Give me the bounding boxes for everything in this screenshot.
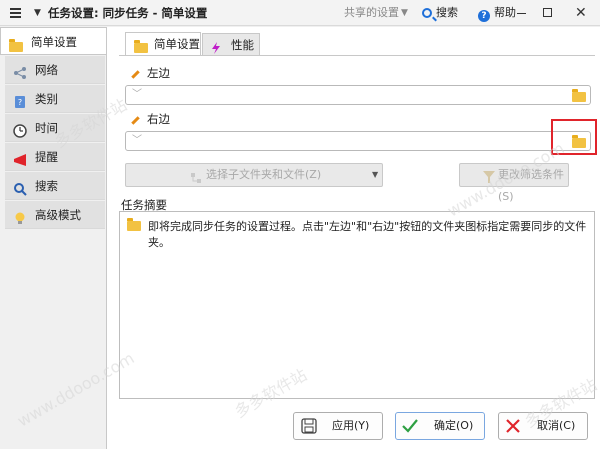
lightbulb-icon [13,208,27,224]
window-title: 任务设置: 同步任务 - 简单设置 [48,6,208,20]
minimize-icon[interactable] [517,0,529,26]
filter-icon [483,169,495,191]
tab-simple-settings[interactable]: 简单设置 [125,32,201,56]
apply-label: 应用(Y) [332,419,370,432]
chevron-down-icon[interactable]: ﹀ [132,132,142,150]
folder-icon [134,38,148,60]
sidebar-item-label: 网络 [35,63,58,77]
clock-icon [13,121,27,138]
tab-label: 简单设置 [154,37,200,51]
sidebar-item-label: 提醒 [35,150,58,164]
svg-text:?: ? [18,98,22,107]
sidebar-item-advanced-mode[interactable]: 高级模式 [5,201,105,229]
check-icon [401,417,419,445]
sidebar-item-label: 类别 [35,92,58,106]
category-icon: ? [13,92,27,108]
subfolder-tree-icon [190,170,202,192]
sidebar: 简单设置 网络 ? 类别 时间 提醒 搜索 高级模式 [0,27,108,449]
left-folder-field[interactable]: ﹀ [125,85,591,105]
cancel-button[interactable]: 取消(C) [498,412,588,440]
search-icon [13,179,27,196]
help-icon: ? [478,10,490,22]
tab-performance[interactable]: 性能 [202,33,260,55]
network-icon [13,63,27,79]
task-summary-box: 即将完成同步任务的设置过程。点击"左边"和"右边"按钮的文件夹图标指定需要同步的… [119,211,595,399]
folder-icon [127,218,141,234]
chevron-down-icon[interactable]: ▼ [401,0,408,26]
sidebar-item-label: 时间 [35,121,58,135]
help-button[interactable]: ? 帮助 [478,0,516,26]
save-disk-icon [301,418,317,444]
change-filter-button[interactable]: 更改筛选条件(S) [459,163,569,203]
main-panel: 简单设置 性能 左边 ﹀ 右边 ﹀ 选择子文件夹和文件(Z) ▼ 更改筛选条件(… [106,27,600,449]
search-button[interactable]: 搜索 [422,0,458,26]
search-label: 搜索 [436,6,458,19]
chevron-down-icon[interactable]: ▼ [34,0,41,26]
sidebar-item-reminder[interactable]: 提醒 [5,143,105,171]
chevron-down-icon[interactable]: ▼ [372,164,378,186]
lightning-icon [211,39,221,61]
apply-button[interactable]: 应用(Y) [293,412,383,440]
hamburger-menu-icon[interactable] [10,0,24,26]
megaphone-icon [13,150,27,166]
sidebar-item-simple-settings[interactable]: 简单设置 [0,27,108,55]
sidebar-item-network[interactable]: 网络 [5,56,105,84]
pencil-icon [131,70,140,79]
ok-button[interactable]: 确定(O) [395,412,485,440]
pencil-icon [131,116,140,125]
cross-icon [504,417,522,445]
ok-label: 确定(O) [434,419,474,432]
summary-message: 即将完成同步任务的设置过程。点击"左边"和"右边"按钮的文件夹图标指定需要同步的… [148,220,587,249]
change-filter-label: 更改筛选条件(S) [498,168,564,203]
shared-settings-menu[interactable]: 共享的设置 [344,0,399,26]
cancel-label: 取消(C) [537,419,576,432]
search-icon [422,8,432,18]
select-subfolders-button[interactable]: 选择子文件夹和文件(Z) ▼ [125,163,383,187]
help-label: 帮助 [494,6,516,19]
chevron-down-icon[interactable]: ﹀ [132,86,142,104]
sidebar-item-label: 简单设置 [31,35,77,49]
sidebar-item-label: 搜索 [35,179,58,193]
left-field-label: 左边 [147,66,170,80]
folder-icon [9,35,23,52]
sidebar-item-category[interactable]: ? 类别 [5,85,105,113]
right-field-label: 右边 [147,112,170,126]
sidebar-item-search[interactable]: 搜索 [5,172,105,200]
title-bar: ▼ 任务设置: 同步任务 - 简单设置 共享的设置 ▼ 搜索 ? 帮助 ✕ [0,0,600,26]
tab-label: 性能 [231,38,254,52]
highlight-box [551,119,597,155]
tab-divider [119,55,595,56]
right-folder-field[interactable]: ﹀ [125,131,591,151]
browse-folder-icon[interactable] [572,89,586,105]
sidebar-item-time[interactable]: 时间 [5,114,105,142]
select-subfolders-label: 选择子文件夹和文件(Z) [206,168,322,181]
sidebar-item-label: 高级模式 [35,208,81,222]
close-icon[interactable]: ✕ [575,0,587,26]
